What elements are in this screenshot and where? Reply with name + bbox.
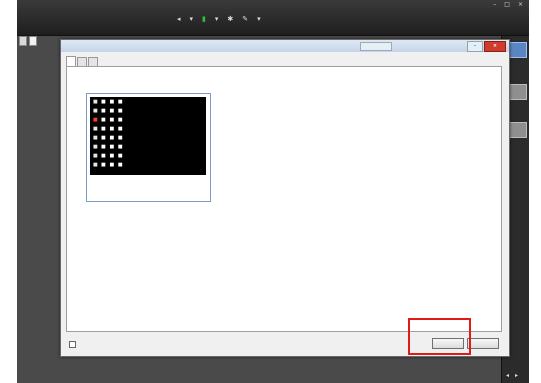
app-logo[interactable] — [20, 4, 33, 30]
close-icon[interactable]: × — [518, 1, 523, 8]
preview-row: ■ ■ ■ ■ — [93, 135, 124, 141]
bullet-icon: ■ — [93, 117, 98, 123]
prev-icon[interactable]: ◂ — [506, 372, 509, 379]
highlight-annotation — [408, 318, 471, 355]
play-icon[interactable]: ▮ — [202, 15, 206, 23]
bullet-icon: ■ — [93, 144, 98, 150]
dialog-content-panel: ■ ■ ■ ■ ■ ■ ■ ■ ■ ■ ■ ■ ■ ■ ■ ■ ■ ■ ■ ■ ■ ■ ■ … — [66, 66, 502, 332]
dialog-window-controls: – × — [467, 41, 506, 52]
preview-row: ■ ■ ■ ■ — [93, 153, 124, 159]
preview-row: ■ ■ ■ ■ — [93, 162, 124, 168]
minimize-icon[interactable]: – — [467, 41, 483, 52]
preview-row: ■ ■ ■ ■ — [93, 126, 124, 132]
option-checkbox[interactable] — [69, 341, 76, 348]
preview-row: ■ ■ ■ ■ — [93, 99, 124, 105]
dropdown-arrow-icon[interactable]: ▾ — [215, 15, 219, 23]
bullet-icon: ■ — [93, 162, 98, 168]
tab-document[interactable] — [19, 36, 27, 46]
preview-thumbnail[interactable]: ■ ■ ■ ■ ■ ■ ■ ■ ■ ■ ■ ■ ■ ■ ■ ■ ■ ■ ■ ■ ■ ■ ■ … — [86, 93, 211, 202]
dropdown-arrow-icon[interactable]: ▾ — [257, 15, 261, 23]
bullet-icon: ■ — [93, 135, 98, 141]
minimize-icon[interactable]: – — [493, 1, 496, 8]
tab-third[interactable] — [88, 57, 98, 66]
bullet-icon: ■ — [93, 99, 98, 105]
settings-dialog: – × ■ ■ ■ ■ ■ ■ ■ ■ ■ ■ ■ ■ ■ ■ ■ ■ ■ ■ ■ ■ ■… — [60, 39, 510, 357]
next-icon[interactable]: ▸ — [515, 372, 518, 379]
preview-row: ■ ■ ■ ■ — [93, 108, 124, 114]
preview-rows: ■ ■ ■ ■ ■ ■ ■ ■ ■ ■ ■ ■ ■ ■ ■ ■ ■ ■ ■ ■ ■ ■ ■ … — [93, 99, 124, 168]
application-window: ◂ ▾ ▮ ▾ ✱ ✎ ▾ – □ × ◂ ▸ – × ■ ■ ■ ■ ■ ■ … — [17, 0, 529, 383]
settings-icon[interactable]: ✱ — [227, 15, 233, 23]
menu-bar: ◂ ▾ ▮ ▾ ✱ ✎ ▾ – □ × — [17, 0, 529, 36]
tab-second[interactable] — [77, 57, 87, 66]
bullet-icon: ■ — [93, 153, 98, 159]
footer-checkbox-group — [69, 341, 78, 348]
toolbar-icons: ◂ ▾ ▮ ▾ ✱ ✎ ▾ — [177, 15, 261, 23]
dialog-tabs — [66, 56, 99, 66]
document-tabs — [17, 36, 37, 46]
tab-general[interactable] — [66, 56, 76, 66]
bullet-icon: ■ — [93, 108, 98, 114]
tab-document-active[interactable] — [29, 36, 37, 46]
close-icon[interactable]: × — [484, 41, 506, 52]
dialog-help-field[interactable] — [360, 42, 392, 51]
preview-screen: ■ ■ ■ ■ ■ ■ ■ ■ ■ ■ ■ ■ ■ ■ ■ ■ ■ ■ ■ ■ ■ ■ ■ … — [90, 97, 206, 175]
window-controls: – □ × — [493, 1, 523, 8]
preview-row: ■ ■ ■ ■ — [93, 144, 124, 150]
bullet-icon: ■ — [93, 126, 98, 132]
brush-icon[interactable]: ✎ — [242, 15, 248, 23]
dialog-titlebar[interactable]: – × — [61, 40, 509, 52]
dropdown-arrow-icon[interactable]: ▾ — [190, 15, 194, 23]
maximize-icon[interactable]: □ — [504, 1, 510, 8]
preview-row: ■ ■ ■ ■ — [93, 117, 124, 123]
cancel-button[interactable] — [467, 338, 499, 349]
panel-footer: ◂ ▸ — [506, 372, 518, 379]
prev-icon[interactable]: ◂ — [177, 15, 181, 23]
